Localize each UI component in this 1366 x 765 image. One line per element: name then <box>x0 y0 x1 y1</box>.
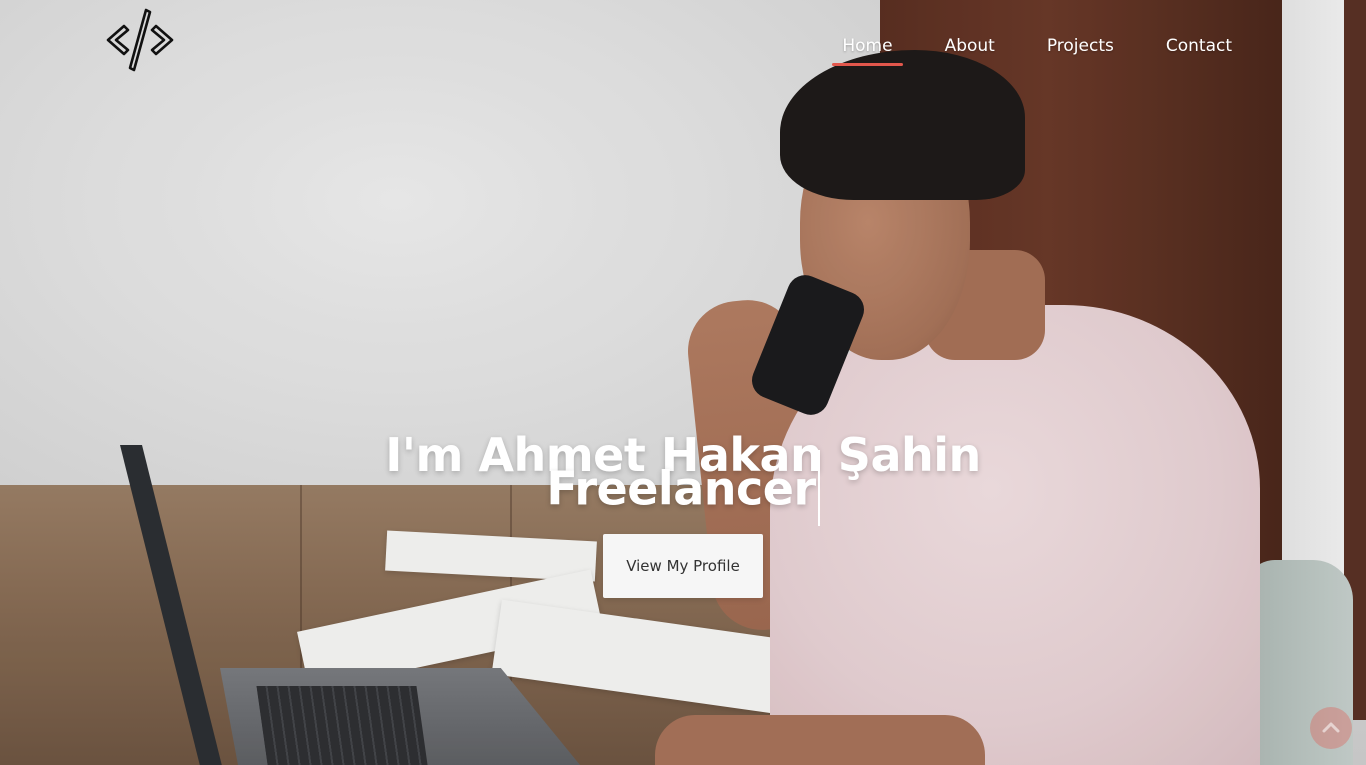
site-logo[interactable] <box>104 6 176 74</box>
nav-item-about[interactable]: About <box>919 36 1021 56</box>
typed-role-text: Freelancer <box>546 461 816 516</box>
nav-item-projects[interactable]: Projects <box>1021 36 1140 56</box>
code-brackets-icon <box>106 8 174 72</box>
hero-typed-role: Freelancer <box>0 450 1366 530</box>
scroll-to-top-button[interactable] <box>1310 707 1352 749</box>
view-profile-button[interactable]: View My Profile <box>603 534 763 598</box>
chevron-up-icon <box>1322 722 1340 733</box>
nav-item-contact[interactable]: Contact <box>1140 36 1258 56</box>
hero-background-image <box>0 0 1366 765</box>
background-overlay <box>0 0 1366 765</box>
hero-section: Home About Projects Contact I'm Ahmet Ha… <box>0 0 1366 765</box>
main-nav: Home About Projects Contact <box>816 36 1258 66</box>
nav-item-home[interactable]: Home <box>816 36 918 66</box>
typing-caret <box>817 450 820 526</box>
